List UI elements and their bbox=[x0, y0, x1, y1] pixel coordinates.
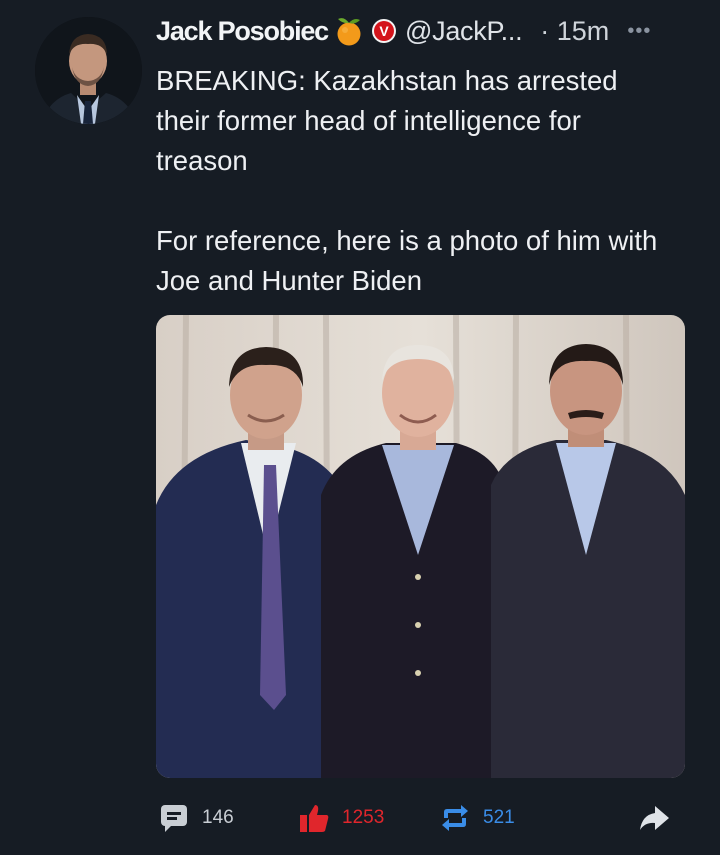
badge-letter: V bbox=[374, 21, 395, 41]
retweet-count: 521 bbox=[483, 807, 515, 828]
retweet-button[interactable]: 521 bbox=[439, 798, 515, 838]
tweet-text: BREAKING: Kazakhstan has arrested their … bbox=[156, 61, 676, 301]
share-arrow-icon bbox=[640, 806, 669, 830]
photo-image bbox=[156, 315, 685, 778]
author-handle[interactable]: @JackP... bbox=[405, 16, 523, 47]
tweet-text-paragraph-2: For reference, here is a photo of him wi… bbox=[156, 225, 658, 296]
comment-count: 146 bbox=[202, 807, 234, 828]
author-name[interactable]: Jack Posobiec bbox=[156, 16, 329, 47]
tweet-text-paragraph-1: BREAKING: Kazakhstan has arrested their … bbox=[156, 65, 618, 176]
comment-icon bbox=[161, 805, 187, 832]
thumbs-up-icon bbox=[300, 805, 329, 832]
retweet-icon bbox=[442, 805, 468, 831]
tweet-header: Jack Posobiec V @JackP... · 15m ••• bbox=[156, 10, 696, 52]
more-options-icon[interactable]: ••• bbox=[627, 20, 651, 43]
share-button[interactable] bbox=[637, 798, 671, 838]
author-avatar[interactable] bbox=[35, 17, 142, 124]
tweet-time[interactable]: · 15m bbox=[540, 16, 609, 47]
avatar-image bbox=[35, 17, 142, 124]
verified-v-badge-icon: V bbox=[372, 19, 397, 43]
like-button[interactable]: 1253 bbox=[298, 798, 384, 838]
tangerine-icon bbox=[335, 16, 363, 46]
comment-button[interactable]: 146 bbox=[156, 798, 234, 838]
like-count: 1253 bbox=[342, 807, 385, 828]
tweet-photo[interactable] bbox=[156, 315, 685, 778]
tweet-action-bar: 146 1253 521 bbox=[156, 798, 696, 838]
